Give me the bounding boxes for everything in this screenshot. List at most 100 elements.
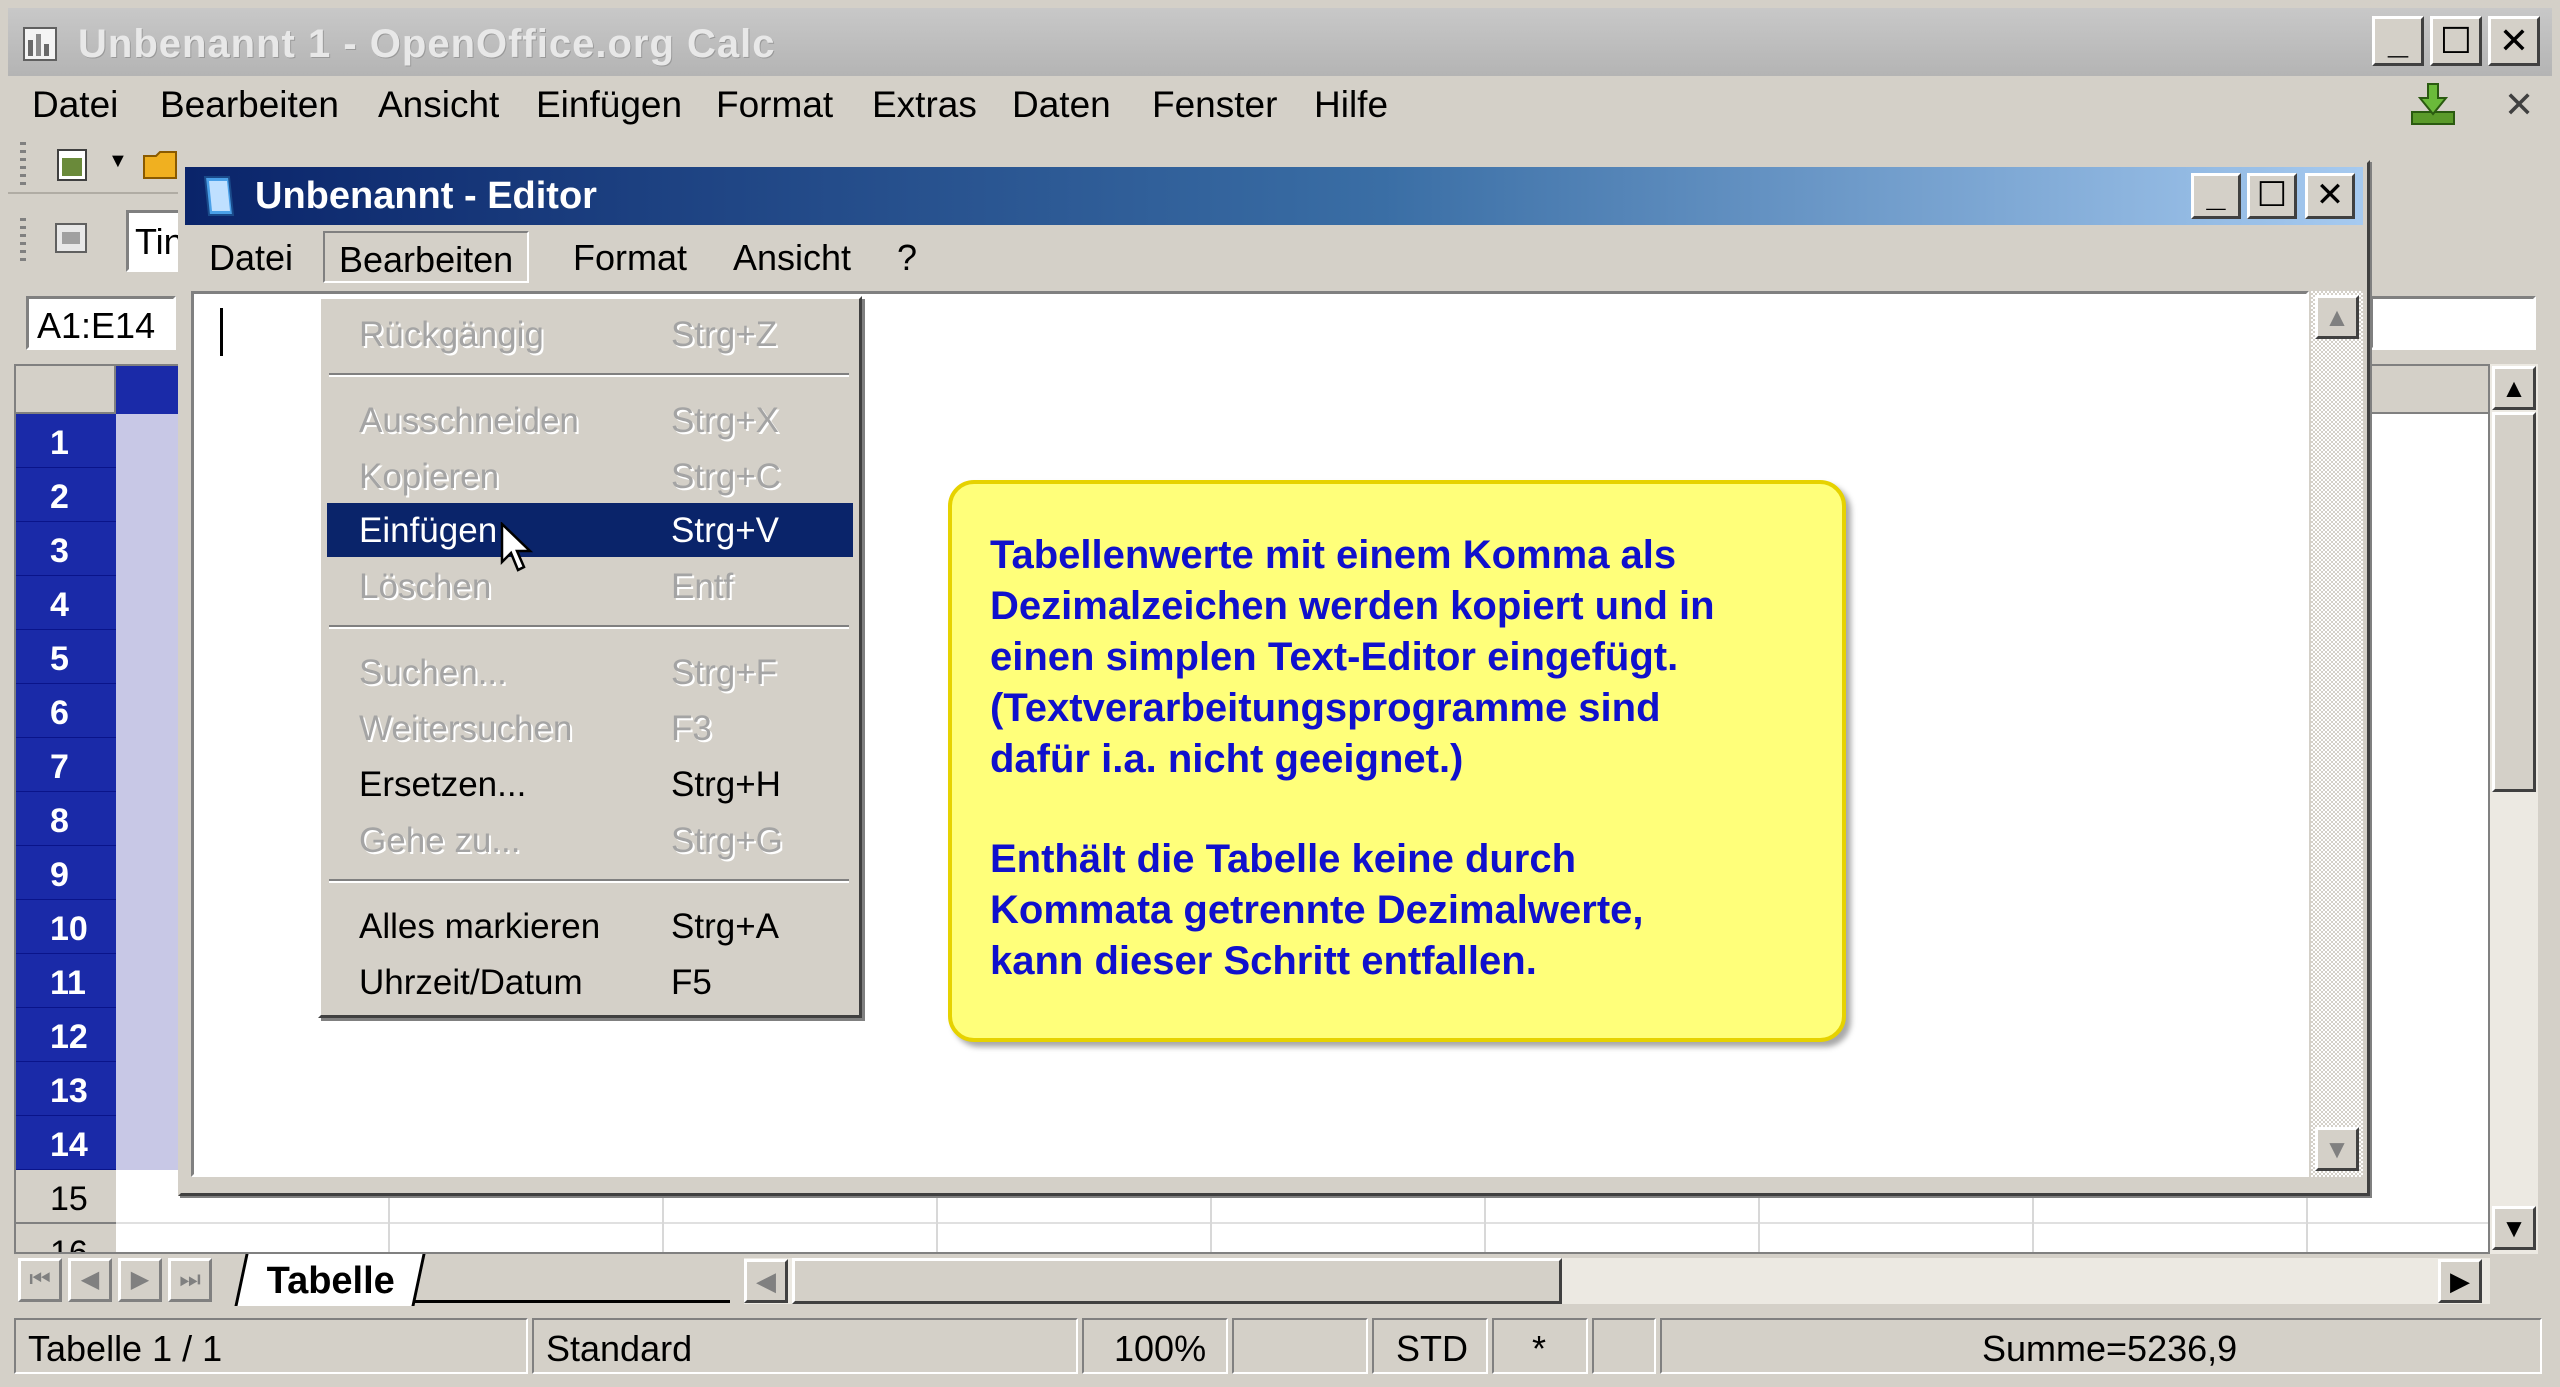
toolbar-grip[interactable] [20, 142, 26, 186]
status-signature [1592, 1318, 1656, 1374]
close-button[interactable]: ✕ [2488, 16, 2540, 66]
menu-item-rueckgaengig[interactable]: Rückgängig Strg+Z [327, 307, 853, 361]
first-sheet-button[interactable]: ⏮ [18, 1258, 62, 1302]
last-sheet-button[interactable]: ⏭ [168, 1258, 212, 1302]
row-header[interactable]: 6 [16, 684, 116, 738]
menu-item-weitersuchen[interactable]: Weitersuchen F3 [327, 701, 853, 755]
new-dropdown-icon[interactable]: ▼ [108, 150, 128, 173]
menu-item-label: Gehe zu... [359, 821, 521, 860]
menu-item-shortcut: Strg+V [671, 511, 779, 550]
editor-scroll-up-button[interactable]: ▲ [2315, 295, 2359, 339]
menu-item-suchen[interactable]: Suchen... Strg+F [327, 645, 853, 699]
menu-datei[interactable]: Datei [32, 84, 118, 126]
row-header[interactable]: 2 [16, 468, 116, 522]
menu-extras[interactable]: Extras [872, 84, 977, 126]
menu-item-gehe-zu[interactable]: Gehe zu... Strg+G [327, 813, 853, 867]
menu-item-kopieren[interactable]: Kopieren Strg+C [327, 449, 853, 503]
row-header[interactable]: 15 [16, 1170, 116, 1224]
row-header[interactable]: 14 [16, 1116, 116, 1170]
menu-item-loeschen[interactable]: Löschen Entf [327, 559, 853, 613]
menu-item-label: Löschen [359, 567, 492, 606]
row-header[interactable]: 16 [16, 1224, 116, 1252]
editor-scroll-down-button[interactable]: ▼ [2315, 1127, 2359, 1171]
calc-menubar: Datei Bearbeiten Ansicht Einfügen Format… [8, 78, 2552, 134]
status-mode[interactable]: STD [1372, 1318, 1488, 1374]
scroll-right-button[interactable]: ▶ [2438, 1259, 2482, 1303]
scroll-up-button[interactable]: ▲ [2492, 366, 2536, 410]
row-header[interactable]: 7 [16, 738, 116, 792]
menu-item-shortcut: Strg+G [671, 821, 783, 860]
editor-maximize-button[interactable]: ☐ [2247, 173, 2297, 219]
scroll-left-button[interactable]: ◀ [744, 1259, 788, 1303]
menu-item-ersetzen[interactable]: Ersetzen... Strg+H [327, 757, 853, 811]
menu-item-label: Ausschneiden [359, 401, 579, 440]
status-zoom[interactable]: 100% [1082, 1318, 1228, 1374]
menu-item-alles-markieren[interactable]: Alles markieren Strg+A [327, 899, 853, 953]
editor-menubar: Datei Bearbeiten Format Ansicht ? [185, 227, 2363, 285]
menu-ansicht[interactable]: Ansicht [378, 84, 499, 126]
sheet-vertical-scrollbar[interactable]: ▲ ▼ [2490, 364, 2538, 1254]
status-page-style[interactable]: Standard [532, 1318, 1078, 1374]
row-header[interactable]: 4 [16, 576, 116, 630]
previous-sheet-button[interactable]: ◀ [68, 1258, 112, 1302]
menu-fenster[interactable]: Fenster [1152, 84, 1277, 126]
menu-item-label: Kopieren [359, 457, 500, 496]
row-header[interactable]: 3 [16, 522, 116, 576]
horizontal-scroll-thumb[interactable] [792, 1258, 1562, 1304]
row-header[interactable]: 13 [16, 1062, 116, 1116]
minimize-button[interactable]: _ [2372, 16, 2424, 66]
menu-hilfe[interactable]: Hilfe [1314, 84, 1388, 126]
close-document-icon[interactable]: ✕ [2504, 84, 2534, 126]
menu-item-uhrzeit-datum[interactable]: Uhrzeit/Datum F5 [327, 955, 853, 1009]
menu-daten[interactable]: Daten [1012, 84, 1111, 126]
row-header[interactable]: 5 [16, 630, 116, 684]
editor-minimize-button[interactable]: _ [2191, 173, 2241, 219]
editor-close-button[interactable]: ✕ [2305, 173, 2355, 219]
sheet-tab-tabelle[interactable]: Tabelle [234, 1254, 426, 1306]
status-sum: Summe=5236,9 [1660, 1318, 2542, 1374]
tab-baseline [414, 1300, 730, 1303]
calc-titlebar: Unbenannt 1 - OpenOffice.org Calc _ ☐ ✕ [8, 8, 2552, 76]
editor-menu-format[interactable]: Format [559, 231, 701, 283]
toolbar-grip-2[interactable] [20, 218, 26, 262]
formula-input[interactable] [2370, 296, 2536, 350]
select-all-corner[interactable] [16, 366, 116, 414]
scroll-thumb[interactable] [2492, 412, 2536, 792]
status-bar: Tabelle 1 / 1 Standard 100% STD * Summe=… [14, 1318, 2544, 1374]
scroll-down-button[interactable]: ▼ [2492, 1206, 2536, 1250]
row-header[interactable]: 10 [16, 900, 116, 954]
editor-menu-ansicht[interactable]: Ansicht [719, 231, 865, 283]
menu-bearbeiten[interactable]: Bearbeiten [160, 84, 339, 126]
menu-item-label: Weitersuchen [359, 709, 573, 748]
status-modified: * [1492, 1318, 1588, 1374]
row-header[interactable]: 8 [16, 792, 116, 846]
menu-item-einfuegen[interactable]: Einfügen Strg+V [327, 503, 853, 557]
new-document-icon[interactable] [52, 144, 96, 184]
name-box[interactable]: A1:E14 [26, 296, 176, 350]
editor-menu-bearbeiten[interactable]: Bearbeiten [323, 231, 530, 283]
menu-item-shortcut: Entf [671, 567, 734, 606]
row-header[interactable]: 12 [16, 1008, 116, 1062]
menu-einfuegen[interactable]: Einfügen [536, 84, 682, 126]
editor-vertical-scrollbar[interactable]: ▲ ▼ [2311, 291, 2363, 1177]
maximize-button[interactable]: ☐ [2430, 16, 2482, 66]
menu-item-shortcut: Strg+H [671, 765, 781, 804]
menu-separator [329, 879, 849, 883]
row-header[interactable]: 1 [16, 414, 116, 468]
editor-menu-help[interactable]: ? [883, 231, 931, 283]
row-header[interactable]: 9 [16, 846, 116, 900]
sheet-tab-bar: ⏮ ◀ ▶ ⏭ Tabelle ◀ ▶ [14, 1254, 2490, 1306]
editor-titlebar[interactable]: Unbenannt - Editor _ ☐ ✕ [185, 167, 2363, 225]
calc-app-icon [23, 27, 57, 61]
download-update-icon[interactable] [2408, 82, 2458, 128]
editor-menu-datei[interactable]: Datei [195, 231, 307, 283]
menu-item-shortcut: Strg+X [671, 401, 779, 440]
menu-item-label: Alles markieren [359, 907, 601, 946]
sheet-horizontal-scrollbar[interactable]: ◀ ▶ [744, 1258, 2490, 1304]
sheet-tab-label: Tabelle [266, 1260, 395, 1302]
menu-item-ausschneiden[interactable]: Ausschneiden Strg+X [327, 393, 853, 447]
styles-icon[interactable] [50, 218, 94, 258]
row-header[interactable]: 11 [16, 954, 116, 1008]
menu-format[interactable]: Format [716, 84, 833, 126]
next-sheet-button[interactable]: ▶ [118, 1258, 162, 1302]
